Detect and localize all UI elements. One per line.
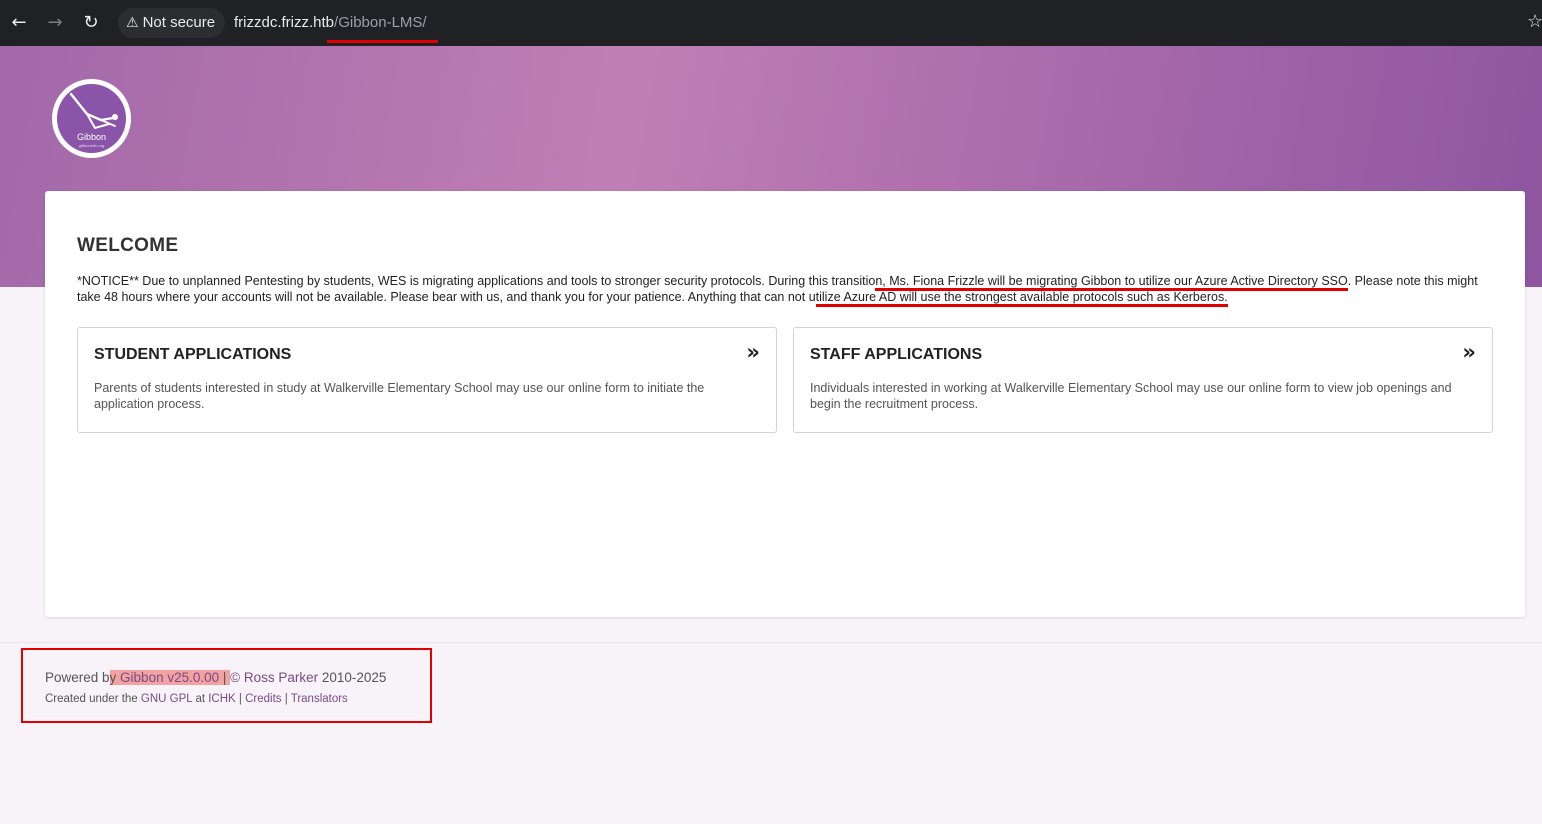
address-bar[interactable]: frizzdc.frizz.htb/Gibbon-LMS/ (234, 14, 427, 31)
created-at: at (192, 693, 209, 705)
notice-part1: *NOTICE** Due to unplanned Pentesting by… (77, 274, 876, 288)
browser-toolbar: ← → ↻ ⚠ Not secure frizzdc.frizz.htb/Gibb… (0, 0, 1542, 46)
url-host: frizzdc.frizz.htb (234, 14, 335, 31)
credits-link[interactable]: Credits (245, 693, 281, 705)
student-applications-title[interactable]: STUDENT APPLICATIONS (94, 346, 291, 364)
main-content-card: WELCOME *NOTICE** Due to unplanned Pente… (45, 191, 1525, 617)
copyright-years: 2010-2025 (318, 670, 387, 685)
translators-link[interactable]: Translators (291, 693, 348, 705)
student-applications-description: Parents of students interested in study … (94, 381, 705, 411)
notice-text: *NOTICE** Due to unplanned Pentesting by… (77, 273, 1497, 307)
staff-applications-description: Individuals interested in working at Wal… (810, 381, 1452, 411)
created-prefix: Created under the (45, 693, 141, 705)
notice-highlight-kerberos: tilize Azure AD will use the strongest a… (815, 290, 1228, 307)
footer-separator: | (281, 693, 291, 705)
url-path: /Gibbon-LMS/ (334, 14, 427, 31)
page-title: WELCOME (77, 235, 179, 256)
arrow-right-icon[interactable]: → (43, 11, 67, 35)
url-path-underline-annotation (327, 40, 438, 43)
gibbon-logo[interactable]: Gibbon gibbonedu.org (52, 79, 131, 158)
student-applications-card[interactable]: STUDENT APPLICATIONS » Parents of studen… (77, 327, 777, 433)
staff-applications-title[interactable]: STAFF APPLICATIONS (810, 346, 982, 364)
staff-applications-card[interactable]: STAFF APPLICATIONS » Individuals interes… (793, 327, 1493, 433)
logo-word: Gibbon (76, 132, 107, 142)
gnu-gpl-link[interactable]: GNU GPL (141, 693, 192, 705)
ichk-link[interactable]: ICHK (208, 693, 235, 705)
double-chevron-right-icon[interactable]: » (1462, 340, 1476, 364)
created-under-text: Created under the GNU GPL at ICHK | Cred… (45, 693, 348, 705)
reload-icon[interactable]: ↻ (79, 11, 103, 35)
powered-separator: | (219, 670, 231, 685)
footer-highlight-annotation (21, 648, 432, 723)
powered-by-text: Powered by Gibbon v25.0.00 | © Ross Park… (45, 670, 386, 685)
powered-prefix: Powered b (45, 670, 110, 685)
double-chevron-right-icon[interactable]: » (746, 340, 760, 364)
logo-emblem: Gibbon gibbonedu.org (57, 84, 126, 153)
warning-icon: ⚠ (126, 15, 139, 31)
security-indicator[interactable]: ⚠ Not secure (118, 8, 226, 38)
footer-separator: | (235, 693, 246, 705)
notice-highlight-sso: n, Ms. Fiona Frizzle will be migrating G… (875, 274, 1348, 291)
arrow-left-icon[interactable]: ← (7, 11, 31, 35)
gibbon-version-link[interactable]: Gibbon v25.0.00 (116, 670, 220, 685)
star-icon[interactable]: ☆ (1527, 11, 1542, 32)
ross-parker-link[interactable]: © Ross Parker (230, 670, 318, 685)
security-label: Not secure (142, 14, 216, 31)
logo-subtext: gibbonedu.org (78, 143, 105, 148)
footer-divider (0, 642, 1542, 643)
